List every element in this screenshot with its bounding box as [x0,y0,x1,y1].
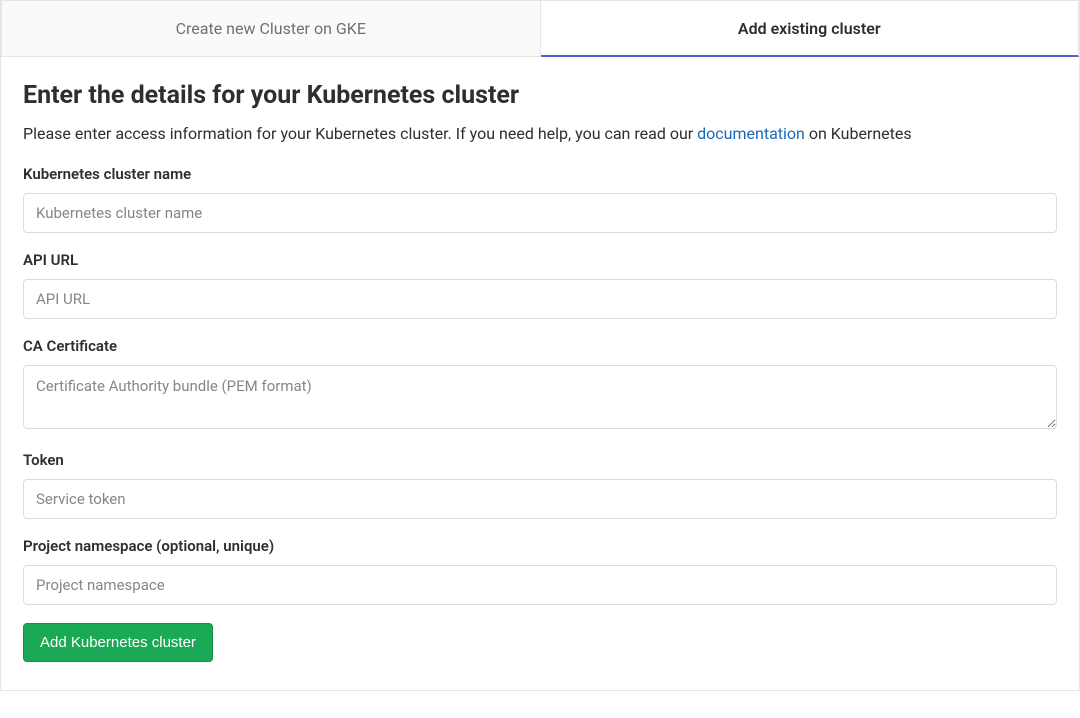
tab-add-existing[interactable]: Add existing cluster [541,0,1080,57]
add-cluster-button[interactable]: Add Kubernetes cluster [23,623,213,662]
cluster-name-input[interactable] [23,193,1057,233]
field-namespace: Project namespace (optional, unique) [23,537,1057,605]
token-input[interactable] [23,479,1057,519]
cluster-form-panel: Create new Cluster on GKE Add existing c… [0,0,1080,691]
field-cluster-name: Kubernetes cluster name [23,165,1057,233]
api-url-label: API URL [23,251,1057,269]
intro-prefix: Please enter access information for your… [23,124,697,143]
page-title: Enter the details for your Kubernetes cl… [23,81,1057,110]
field-ca-cert: CA Certificate [23,337,1057,433]
namespace-label: Project namespace (optional, unique) [23,537,1057,555]
intro-text: Please enter access information for your… [23,124,1057,143]
tab-create-gke[interactable]: Create new Cluster on GKE [1,0,541,57]
documentation-link[interactable]: documentation [697,124,805,143]
cluster-name-label: Kubernetes cluster name [23,165,1057,183]
field-api-url: API URL [23,251,1057,319]
ca-cert-label: CA Certificate [23,337,1057,355]
namespace-input[interactable] [23,565,1057,605]
tabs: Create new Cluster on GKE Add existing c… [1,0,1079,57]
intro-suffix: on Kubernetes [805,124,912,143]
api-url-input[interactable] [23,279,1057,319]
field-token: Token [23,451,1057,519]
form-content: Enter the details for your Kubernetes cl… [1,57,1079,690]
ca-cert-textarea[interactable] [23,365,1057,429]
token-label: Token [23,451,1057,469]
